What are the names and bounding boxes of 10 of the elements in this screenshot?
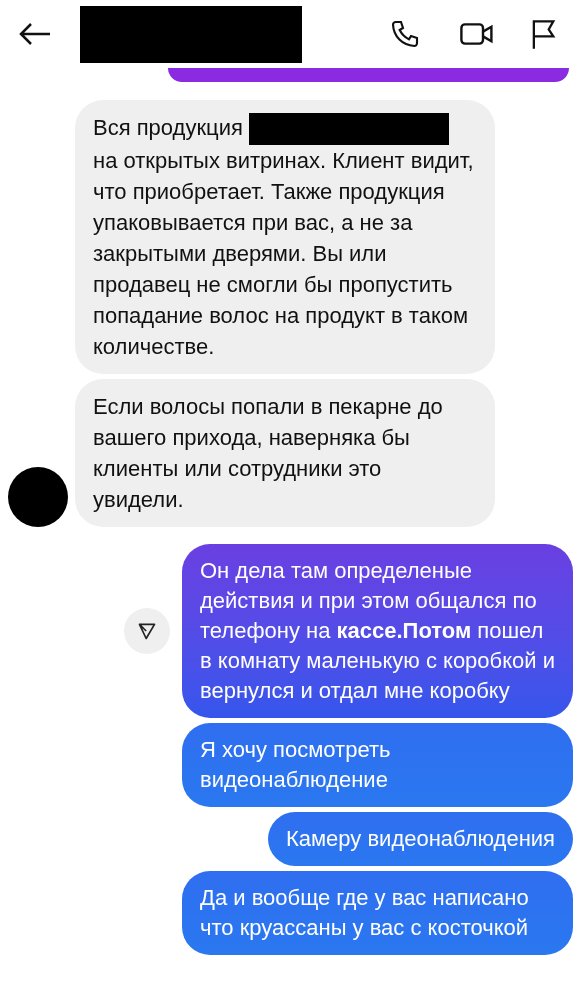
phone-icon[interactable]	[389, 18, 421, 50]
message-text: Камеру видеонаблюдения	[285, 826, 555, 852]
message-text: Я хочу посмотреть видеонаблюдение	[200, 737, 391, 793]
message-text: Вся продукция на открытых витринах. Клиент видит, что приобретает. Также продукция упаковывается при вас, а не за закрытыми дверями. Вы или продавец не смогли бы пропустить попадание волос на продукт в таком количестве.	[93, 115, 474, 360]
send-icon	[137, 621, 157, 642]
back-icon[interactable]	[18, 22, 52, 46]
message-text: Он дела там определеные действия и при этом общался по телефону на кассе.Потом пошел в комнату маленькую с коробкой и вернулся и отдал мне коробку	[200, 558, 555, 704]
message-text: Да и вообще где у вас написано что круассаны у вас с косточкой	[200, 885, 529, 941]
share-button[interactable]	[124, 608, 170, 655]
message-text: Если волосы попали в пекарне до вашего прихода, наверняка бы клиенты или сотрудники это увидели.	[93, 394, 443, 513]
